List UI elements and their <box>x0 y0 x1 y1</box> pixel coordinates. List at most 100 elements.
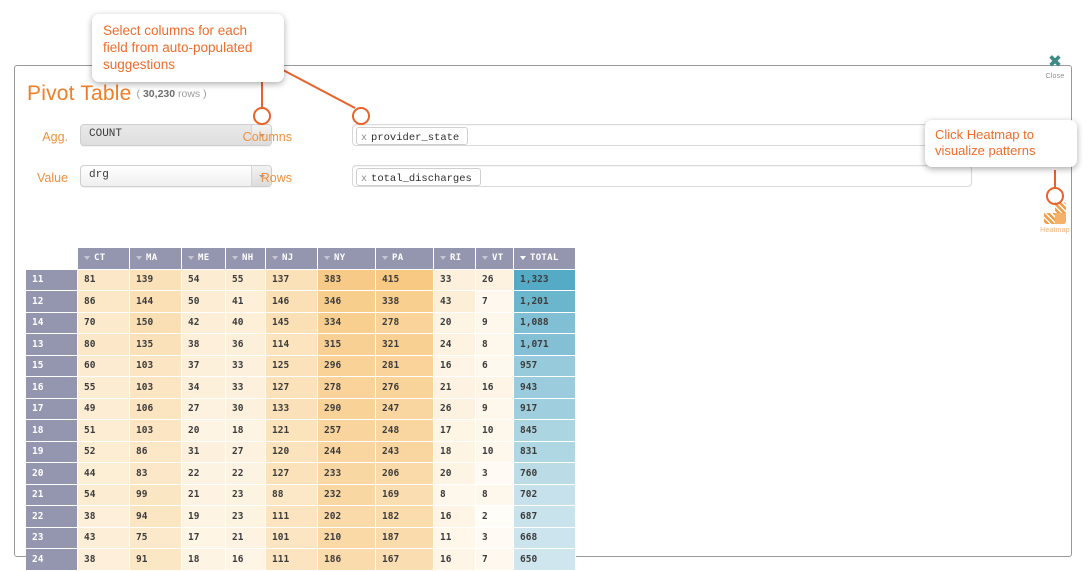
pivot-cell: 51 <box>78 420 130 442</box>
close-x-icon: ✖ <box>1047 52 1063 72</box>
agg-label: Agg. <box>42 130 68 144</box>
pivot-cell: 103 <box>130 377 182 399</box>
close-button[interactable]: ✖ Close <box>1040 52 1070 81</box>
pivot-row-header[interactable]: 21 <box>26 484 78 506</box>
columns-token[interactable]: x provider_state <box>356 127 469 145</box>
pivot-cell: 3 <box>476 527 514 549</box>
pivot-column-header[interactable]: NJ <box>266 248 318 270</box>
pivot-column-header[interactable]: RI <box>434 248 476 270</box>
pivot-cell: 24 <box>434 334 476 356</box>
pivot-row-header[interactable]: 22 <box>26 506 78 528</box>
pivot-total-cell: 702 <box>514 484 576 506</box>
pivot-cell: 17 <box>434 420 476 442</box>
pivot-row-header[interactable]: 14 <box>26 312 78 334</box>
pivot-cell: 34 <box>182 377 226 399</box>
value-label: Value <box>36 171 68 185</box>
pivot-cell: 243 <box>376 441 434 463</box>
pivot-cell: 16 <box>434 355 476 377</box>
pivot-total-cell: 1,323 <box>514 269 576 291</box>
caret-down-icon <box>440 255 446 260</box>
pivot-cell: 244 <box>318 441 376 463</box>
pivot-cell: 127 <box>266 463 318 485</box>
pivot-cell: 321 <box>376 334 434 356</box>
pivot-row-header[interactable]: 20 <box>26 463 78 485</box>
columns-input[interactable]: x provider_state <box>352 124 1005 146</box>
pivot-column-header[interactable]: NY <box>318 248 376 270</box>
caret-down-icon <box>382 255 388 260</box>
pivot-total-cell: 957 <box>514 355 576 377</box>
pivot-cell: 111 <box>266 506 318 528</box>
pivot-column-header[interactable]: ME <box>182 248 226 270</box>
agg-select-value: COUNT <box>89 128 123 140</box>
value-select-value: drg <box>89 169 109 181</box>
rows-input[interactable]: x total_discharges <box>352 165 972 187</box>
pivot-grid-body: CT MA ME NH NJ NY PA RI VT TOTAL 11 81 139 54 55 137 383… <box>26 248 576 571</box>
pivot-row-header[interactable]: 16 <box>26 377 78 399</box>
pivot-cell: 233 <box>318 463 376 485</box>
pivot-column-header[interactable]: VT <box>476 248 514 270</box>
pivot-row-header[interactable]: 23 <box>26 527 78 549</box>
pivot-cell: 33 <box>226 355 266 377</box>
pivot-column-header-label: VT <box>492 253 504 264</box>
row-count: ( 30,230 rows ) <box>137 88 207 100</box>
pivot-cell: 9 <box>476 312 514 334</box>
pivot-row-header[interactable]: 15 <box>26 355 78 377</box>
pivot-cell: 334 <box>318 312 376 334</box>
pivot-row-header[interactable]: 11 <box>26 269 78 291</box>
pivot-cell: 27 <box>182 398 226 420</box>
pivot-cell: 16 <box>434 506 476 528</box>
pivot-cell: 41 <box>226 291 266 313</box>
pivot-cell: 38 <box>78 506 130 528</box>
pivot-row-header[interactable]: 13 <box>26 334 78 356</box>
pivot-cell: 206 <box>376 463 434 485</box>
table-row: 20 44 83 22 22 127 233 206 20 3 760 <box>26 463 576 485</box>
pivot-total-cell: 650 <box>514 549 576 571</box>
pivot-cell: 22 <box>226 463 266 485</box>
callout-heatmap: Click Heatmap to visualize patterns <box>925 120 1077 167</box>
pivot-column-header[interactable]: CT <box>78 248 130 270</box>
pivot-total-cell: 845 <box>514 420 576 442</box>
pivot-cell: 296 <box>318 355 376 377</box>
pivot-cell: 19 <box>182 506 226 528</box>
pivot-cell: 145 <box>266 312 318 334</box>
pivot-row-header[interactable]: 24 <box>26 549 78 571</box>
table-row: 22 38 94 19 23 111 202 182 16 2 687 <box>26 506 576 528</box>
pivot-row-header[interactable]: 19 <box>26 441 78 463</box>
pivot-column-header-label: ME <box>198 253 210 264</box>
pivot-total-cell: 1,088 <box>514 312 576 334</box>
heatmap-button-label: Heatmap <box>1040 227 1070 234</box>
pivot-cell: 103 <box>130 355 182 377</box>
table-row: 21 54 99 21 23 88 232 169 8 8 702 <box>26 484 576 506</box>
pivot-cell: 18 <box>226 420 266 442</box>
heatmap-button[interactable]: Heatmap <box>1033 202 1077 234</box>
pivot-cell: 278 <box>318 377 376 399</box>
pivot-cell: 23 <box>226 484 266 506</box>
remove-token-icon[interactable]: x <box>361 174 367 185</box>
table-row: 19 52 86 31 27 120 244 243 18 10 831 <box>26 441 576 463</box>
pivot-column-header[interactable]: TOTAL <box>514 248 576 270</box>
pivot-row-header[interactable]: 12 <box>26 291 78 313</box>
pivot-row-header[interactable]: 18 <box>26 420 78 442</box>
callout-columns-text: Select columns for each field from auto-… <box>103 23 253 72</box>
columns-token-label: provider_state <box>371 132 460 144</box>
pivot-cell: 139 <box>130 269 182 291</box>
caret-down-icon <box>520 255 526 260</box>
pivot-cell: 40 <box>226 312 266 334</box>
rows-token[interactable]: x total_discharges <box>356 168 481 186</box>
pivot-grid: CT MA ME NH NJ NY PA RI VT TOTAL 11 81 139 54 55 137 383… <box>26 248 576 571</box>
pivot-cell: 38 <box>78 549 130 571</box>
pivot-cell: 315 <box>318 334 376 356</box>
pivot-cell: 44 <box>78 463 130 485</box>
pivot-cell: 146 <box>266 291 318 313</box>
pivot-cell: 16 <box>434 549 476 571</box>
pivot-cell: 169 <box>376 484 434 506</box>
pivot-row-header[interactable]: 17 <box>26 398 78 420</box>
pivot-column-header[interactable]: NH <box>226 248 266 270</box>
pivot-column-header[interactable]: PA <box>376 248 434 270</box>
pivot-cell: 346 <box>318 291 376 313</box>
pivot-column-header[interactable]: MA <box>130 248 182 270</box>
remove-token-icon[interactable]: x <box>361 133 367 144</box>
table-row: 15 60 103 37 33 125 296 281 16 6 957 <box>26 355 576 377</box>
pivot-cell: 106 <box>130 398 182 420</box>
pivot-cell: 281 <box>376 355 434 377</box>
